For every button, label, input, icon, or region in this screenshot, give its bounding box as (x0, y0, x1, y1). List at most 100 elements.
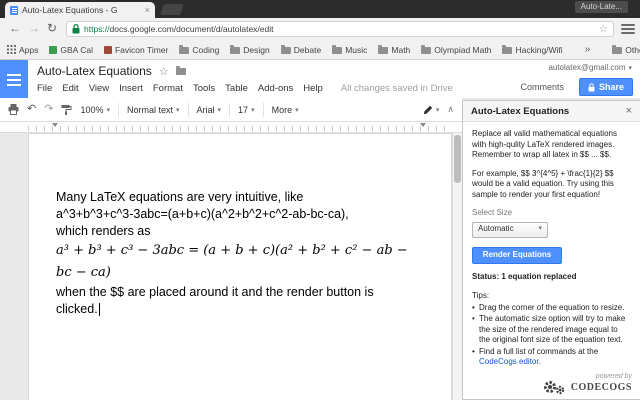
bullet-icon: • (472, 302, 475, 312)
codecogs-editor-link[interactable]: CodeCogs editor. (479, 357, 541, 366)
status-text: Status: 1 equation replaced (472, 271, 577, 281)
site-favicon-icon (49, 45, 58, 54)
text-cursor (98, 303, 100, 316)
browser-tab[interactable]: Auto-Latex Equations - G × (5, 2, 155, 18)
font-family-select[interactable]: Arial ▾ (197, 105, 222, 115)
sidebar-title: Auto-Latex Equations (471, 105, 570, 117)
size-select[interactable]: Automatic ▾ (472, 221, 548, 238)
bookmark-gba-cal[interactable]: GBA Cal (49, 45, 93, 55)
star-document-icon[interactable]: ☆ (159, 65, 169, 78)
codecogs-gears-icon (543, 381, 564, 395)
move-to-folder-icon[interactable] (175, 66, 186, 75)
comments-button[interactable]: Comments (514, 80, 570, 94)
addon-sidebar: Auto-Latex Equations × Replace all valid… (462, 100, 640, 400)
menu-bar: File Edit View Insert Format Tools Table… (37, 83, 453, 94)
paragraph-line: when the $$ are placed around it and the… (56, 285, 374, 299)
bookmark-folder-olympiad-math[interactable]: Olympiad Math (421, 44, 491, 55)
paragraph-line: clicked. (56, 302, 100, 316)
document-page[interactable]: Many LaTeX equations are very intuitive,… (28, 133, 452, 400)
chrome-menu-icon[interactable] (621, 24, 635, 34)
render-equations-button[interactable]: Render Equations (472, 246, 562, 264)
rendered-equation-image[interactable]: a³ + b³ + c³ − 3abc = (a + b + c)(a² + b… (56, 240, 426, 284)
print-icon[interactable] (8, 104, 19, 115)
docs-header: Auto-Latex Equations ☆ autolatex@gmail.c… (0, 60, 640, 98)
chevron-down-icon: ▾ (628, 64, 632, 72)
sidebar-example-text: For example, $$ 3^{4^5} + \frac{1}{2} $$… (472, 168, 614, 199)
menu-edit[interactable]: Edit (62, 83, 78, 94)
tab-close-icon[interactable]: × (145, 5, 150, 15)
folder-icon (421, 44, 432, 54)
save-status: All changes saved in Drive (340, 83, 453, 94)
font-size-select[interactable]: 17 ▾ (238, 105, 255, 115)
powered-by-label: powered by (595, 373, 632, 380)
bookmark-folder-debate[interactable]: Debate (280, 44, 321, 55)
codecogs-brand[interactable]: CODECOGS (571, 382, 632, 393)
menu-help[interactable]: Help (303, 83, 323, 94)
document-text[interactable]: Many LaTeX equations are very intuitive,… (56, 189, 426, 318)
document-title[interactable]: Auto-Latex Equations (37, 64, 152, 78)
ruler[interactable] (0, 122, 462, 133)
sidebar-intro-text: Replace all valid mathematical equations… (472, 129, 617, 159)
zoom-select[interactable]: 100% ▾ (80, 105, 110, 115)
menu-format[interactable]: Format (153, 83, 183, 94)
forward-icon[interactable]: → (28, 21, 40, 35)
document-area: Many LaTeX equations are very intuitive,… (0, 133, 462, 400)
tab-strip: Auto-Latex Equations - G × Auto-Late... (0, 0, 640, 18)
hide-menus-icon[interactable]: ∧ (447, 104, 454, 115)
menu-insert[interactable]: Insert (119, 83, 143, 94)
more-toolbar-button[interactable]: More ▾ (272, 105, 299, 115)
select-size-label: Select Size (472, 208, 513, 217)
folder-icon (332, 44, 343, 54)
bookmark-star-icon[interactable]: ☆ (599, 24, 608, 35)
menu-table[interactable]: Table (225, 83, 248, 94)
menu-addons[interactable]: Add-ons (258, 83, 293, 94)
folder-icon (378, 44, 389, 54)
bullet-icon: • (472, 314, 475, 323)
chevron-down-icon: ▾ (217, 106, 222, 114)
left-indent-marker[interactable] (52, 123, 58, 127)
url-text: docs.google.com/document/d/autolatex/edi… (109, 24, 274, 34)
docs-favicon-icon (10, 5, 18, 15)
docs-home-icon[interactable] (0, 60, 28, 98)
bookmark-folder-math[interactable]: Math (378, 44, 410, 55)
chevron-down-icon: ▾ (435, 106, 440, 114)
docs-toolbar: ↶ ↷ 100% ▾ Normal text ▾ Arial ▾ 17 ▾ Mo… (0, 98, 462, 122)
bookmark-folder-coding[interactable]: Coding (179, 44, 219, 55)
tip-item: • Drag the corner of the equation to res… (472, 302, 625, 312)
refresh-icon[interactable]: ↻ (47, 21, 57, 35)
bookmarks-overflow-icon[interactable]: » (585, 44, 591, 55)
paint-format-icon[interactable] (61, 104, 72, 115)
bookmark-apps[interactable]: Apps (7, 45, 38, 55)
paragraph-style-select[interactable]: Normal text ▾ (127, 105, 180, 115)
bookmark-folder-design[interactable]: Design (230, 44, 270, 55)
undo-icon[interactable]: ↶ (27, 104, 36, 115)
bullet-icon: • (472, 346, 475, 356)
address-bar: ← → ↻ https:// docs.google.com/document/… (0, 18, 640, 40)
bookmark-favicon-timer[interactable]: Favicon Timer (103, 45, 168, 55)
document-scrollbar[interactable] (452, 133, 462, 400)
chevron-down-icon: ▾ (176, 106, 180, 114)
bookmark-folder-music[interactable]: Music (332, 44, 367, 55)
bookmarks-bar: Apps GBA Cal Favicon Timer Coding Design… (0, 40, 640, 60)
scrollbar-thumb[interactable] (454, 135, 461, 183)
account-email[interactable]: autolatex@gmail.com ▾ (548, 63, 632, 72)
menu-file[interactable]: File (37, 83, 52, 94)
bookmark-folder-hacking-wifi[interactable]: Hacking/Wifi (502, 44, 563, 55)
other-bookmarks-button[interactable]: Other bookmarks (612, 44, 640, 55)
url-field[interactable]: https:// docs.google.com/document/d/auto… (66, 21, 614, 37)
redo-icon[interactable]: ↷ (44, 104, 53, 115)
right-indent-marker[interactable] (420, 123, 426, 127)
menu-tools[interactable]: Tools (193, 83, 215, 94)
tip-item: • The automatic size option will try to … (472, 314, 626, 344)
tab-title: Auto-Latex Equations - G (22, 5, 118, 15)
paragraph-line: Many LaTeX equations are very intuitive,… (56, 190, 304, 204)
folder-icon (502, 44, 513, 54)
chevron-down-icon: ▾ (251, 106, 255, 114)
new-tab-button[interactable] (160, 4, 184, 15)
folder-icon (612, 44, 623, 54)
back-icon[interactable]: ← (9, 21, 21, 35)
menu-view[interactable]: View (89, 83, 109, 94)
edit-mode-button[interactable]: ▾ (423, 105, 440, 115)
share-button[interactable]: Share (578, 78, 633, 96)
sidebar-close-icon[interactable]: × (626, 105, 632, 117)
